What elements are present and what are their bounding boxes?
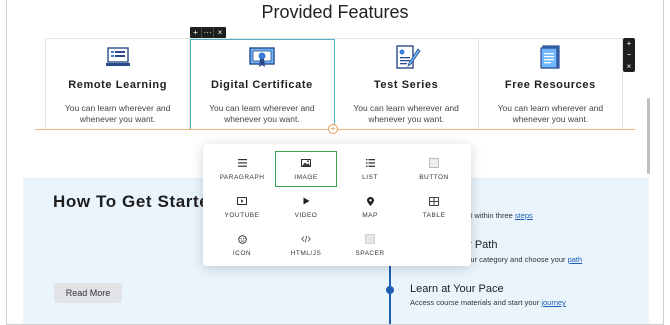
block-option-youtube[interactable]: YOUTUBE (211, 189, 273, 225)
certificate-icon (249, 47, 275, 67)
table-icon (429, 195, 439, 207)
block-option-spacer[interactable]: SPACER (339, 227, 401, 263)
collapse-row-button[interactable]: − (627, 50, 632, 59)
block-option-label: PARAGRAPH (219, 174, 265, 181)
block-option-label: BUTTON (419, 174, 449, 181)
image-icon (301, 157, 311, 169)
block-option-label: MAP (362, 212, 378, 219)
block-option-label: LIST (362, 174, 378, 181)
block-option-map[interactable]: MAP (339, 189, 401, 225)
step-3-title: Learn at Your Pace (410, 283, 504, 295)
block-option-paragraph[interactable]: PARAGRAPH (211, 151, 273, 187)
block-option-label: SPACER (355, 250, 385, 257)
block-option-table[interactable]: TABLE (403, 189, 465, 225)
block-picker-grid: PARAGRAPH IMAGE LIST BUTTON YOUTUBE VIDE… (211, 151, 465, 263)
block-option-list[interactable]: LIST (339, 151, 401, 187)
button-icon (429, 157, 439, 169)
feature-description: You can learn wherever and whenever you … (209, 103, 315, 124)
remove-block-button[interactable]: × (214, 27, 226, 38)
feature-description: You can learn wherever and whenever you … (64, 103, 171, 124)
block-option-icon[interactable]: ICON (211, 227, 273, 263)
block-option-label: ICON (232, 250, 252, 257)
features-row: Remote Learning You can learn wherever a… (45, 38, 623, 130)
block-option-label: IMAGE (294, 174, 318, 181)
step-3-text-prefix: Access course materials and start your (410, 298, 542, 307)
steps-link[interactable]: steps (515, 211, 533, 220)
journey-link[interactable]: journey (541, 298, 566, 307)
feature-description: You can learn wherever and whenever you … (497, 103, 604, 124)
feature-title: Free Resources (504, 79, 596, 91)
page-frame: Provided Features + ··· × + − × Remote L… (6, 0, 664, 325)
play-icon (303, 195, 310, 207)
feature-card-free-resources[interactable]: Free Resources You can learn wherever an… (479, 39, 622, 130)
block-option-label: TABLE (422, 212, 446, 219)
add-block-button[interactable]: + (190, 27, 202, 38)
code-icon (301, 233, 311, 245)
smiley-icon (237, 233, 247, 245)
step-2-text-prefix: n our category and choose your (460, 255, 568, 264)
add-row-button[interactable]: + (627, 39, 632, 48)
how-to-title: How To Get Starte (53, 192, 210, 211)
block-option-video[interactable]: VIDEO (275, 189, 337, 225)
block-option-label: VIDEO (294, 212, 318, 219)
block-option-image[interactable]: IMAGE (275, 151, 337, 187)
feature-title: Test Series (373, 79, 439, 91)
row-tools: + − × (623, 38, 635, 72)
section-title: Provided Features (261, 2, 409, 22)
feature-card-digital-certificate[interactable]: Digital Certificate You can learn wherev… (190, 39, 335, 130)
feature-card-remote-learning[interactable]: Remote Learning You can learn wherever a… (46, 39, 191, 130)
step-3-text: Access course materials and start your j… (410, 298, 566, 307)
feature-description: You can learn wherever and whenever you … (353, 103, 459, 124)
block-option-html-js[interactable]: HTML/JS (275, 227, 337, 263)
document-icon (540, 45, 560, 69)
vertical-scrollbar[interactable] (647, 98, 650, 174)
block-option-label: YOUTUBE (224, 212, 260, 219)
block-option-label: HTML/JS (290, 250, 322, 257)
block-toolbar: + ··· × (190, 27, 226, 38)
path-link[interactable]: path (568, 255, 583, 264)
feature-title: Remote Learning (68, 79, 168, 91)
map-pin-icon (366, 195, 374, 207)
paragraph-icon (237, 157, 247, 169)
insert-block-button[interactable]: + (328, 124, 338, 134)
step-2-text: n our category and choose your path (460, 255, 582, 264)
block-option-button[interactable]: BUTTON (403, 151, 465, 187)
read-more-button[interactable]: Read More (54, 283, 122, 303)
more-options-button[interactable]: ··· (202, 27, 214, 38)
feature-title: Digital Certificate (210, 79, 313, 91)
list-icon (365, 157, 375, 169)
computer-icon (105, 47, 130, 66)
spacer-icon (365, 233, 375, 245)
youtube-icon (237, 195, 247, 207)
block-picker-popup: PARAGRAPH IMAGE LIST BUTTON YOUTUBE VIDE… (203, 144, 471, 266)
test-paper-icon (396, 45, 421, 69)
timeline-dot (386, 286, 394, 294)
delete-row-button[interactable]: × (627, 62, 632, 71)
feature-card-test-series[interactable]: Test Series You can learn wherever and w… (335, 39, 479, 130)
